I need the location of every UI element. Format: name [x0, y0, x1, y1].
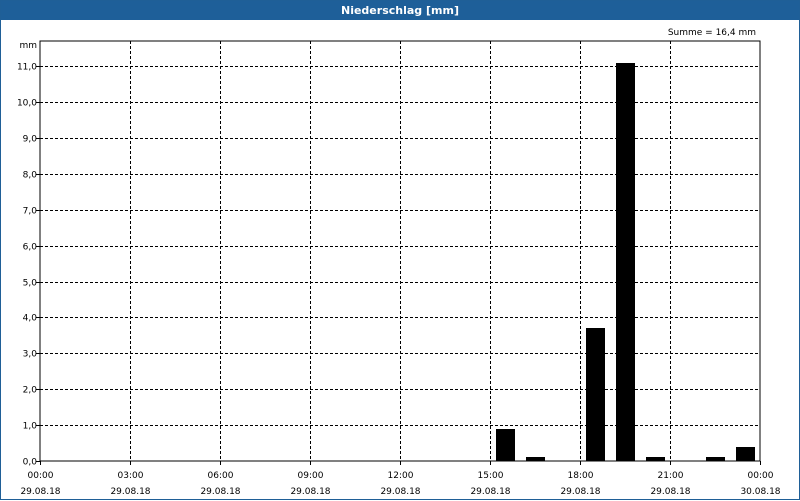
sum-annotation: Summe = 16,4 mm	[668, 28, 756, 38]
x-tick-time: 06:00	[208, 471, 234, 481]
x-tick-date: 29.08.18	[110, 487, 150, 497]
y-tick-label: 2,0	[23, 386, 38, 396]
x-tick-time: 09:00	[298, 471, 324, 481]
x-tick-time: 03:00	[118, 471, 144, 481]
precipitation-bar	[736, 447, 755, 461]
x-tick-time: 00:00	[748, 471, 774, 481]
y-tick-label: 0,0	[23, 458, 38, 468]
x-tick-date: 29.08.18	[290, 487, 330, 497]
x-tick-time: 12:00	[388, 471, 414, 481]
x-tick-time: 15:00	[478, 471, 504, 481]
chart-window: Niederschlag [mm] 0,0 1,0 2,0 3,0 4,0 5,0 6,0 7…	[0, 0, 800, 500]
x-tick-date: 29.08.18	[20, 487, 60, 497]
precipitation-bar	[706, 457, 725, 461]
y-tick-label: 9,0	[23, 135, 38, 145]
precipitation-bar	[496, 429, 515, 461]
precipitation-chart: 0,0 1,0 2,0 3,0 4,0 5,0 6,0 7,0 8,0 9,0 10,0 11,0 mm…	[17, 28, 781, 497]
precipitation-bar	[526, 457, 545, 461]
x-tick-date: 29.08.18	[470, 487, 510, 497]
x-tick-date: 29.08.18	[200, 487, 240, 497]
y-tick-label: 7,0	[23, 207, 38, 217]
x-tick-time: 00:00	[28, 471, 54, 481]
y-tick-label: 8,0	[23, 171, 38, 181]
x-tick-date: 30.08.18	[740, 487, 780, 497]
y-tick-label: 1,0	[23, 422, 38, 432]
y-tick-label: 4,0	[23, 314, 38, 324]
y-tick-label: 6,0	[23, 243, 38, 253]
x-tick-time: 21:00	[658, 471, 684, 481]
y-tick-label: 3,0	[23, 350, 38, 360]
x-tick-date: 29.08.18	[650, 487, 690, 497]
precipitation-bar	[646, 457, 665, 461]
precipitation-bar	[616, 63, 635, 461]
x-tick-time: 18:00	[568, 471, 594, 481]
y-tick-label: 10,0	[17, 99, 37, 109]
y-tick-label: 5,0	[23, 279, 38, 289]
precipitation-bar	[586, 328, 605, 461]
y-tick-label: 11,0	[17, 63, 37, 73]
x-tick-date: 29.08.18	[560, 487, 600, 497]
x-tick-date: 29.08.18	[380, 487, 420, 497]
y-axis-label: mm	[19, 41, 37, 51]
